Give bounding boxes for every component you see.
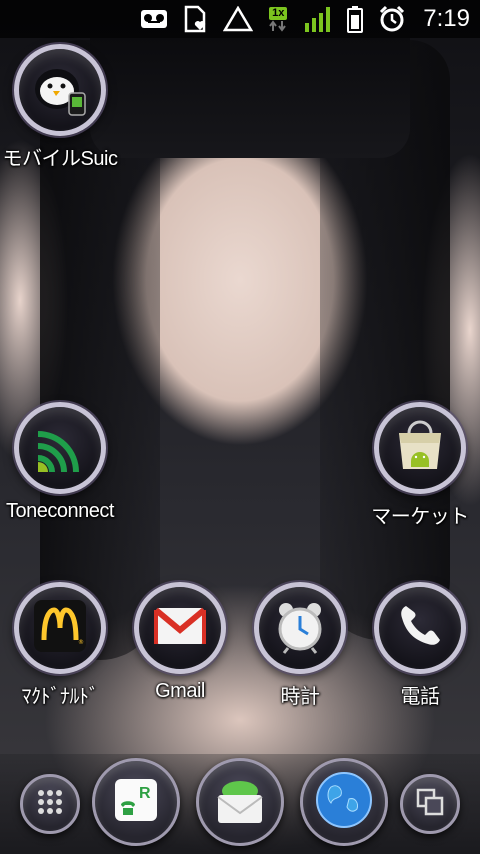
app-drawer-button[interactable] <box>20 774 80 834</box>
app-mobile-suica-bubble[interactable] <box>14 44 106 136</box>
dock-messaging-button[interactable] <box>196 758 284 846</box>
network-badge: 1x <box>269 6 288 20</box>
app-clock-bubble[interactable] <box>254 582 346 674</box>
app-toneconnect-bubble[interactable] <box>14 402 106 494</box>
svg-text:R: R <box>139 785 151 802</box>
mcdonalds-arches-icon: ® <box>32 598 88 659</box>
penguin-icon <box>25 53 95 128</box>
dock-browser-button[interactable] <box>300 758 388 846</box>
recent-apps-button[interactable] <box>400 774 460 834</box>
app-market-label: マーケット <box>371 506 469 528</box>
app-toneconnect[interactable]: Toneconnect <box>0 402 120 542</box>
recent-apps-icon <box>415 787 445 822</box>
rakuten-phone-icon: R <box>109 773 163 832</box>
app-mobile-suica-label: モバイルSuic <box>2 148 118 170</box>
android-market-bag-icon <box>389 415 451 482</box>
app-market-bubble[interactable] <box>374 402 466 494</box>
app-mobile-suica[interactable]: モバイルSuic <box>0 44 120 184</box>
wallpaper-bangs <box>90 38 410 158</box>
app-phone-label: 電話 <box>400 686 441 708</box>
toneconnect-waves-icon <box>24 410 96 487</box>
app-gmail-bubble[interactable] <box>134 582 226 674</box>
messaging-envelope-icon <box>211 771 269 834</box>
app-toneconnect-label: Toneconnect <box>6 500 114 522</box>
browser-globe-icon <box>313 769 375 836</box>
app-market[interactable]: マーケット <box>360 402 480 542</box>
warning-triangle-icon <box>223 5 254 33</box>
svg-text:®: ® <box>78 639 84 646</box>
battery-icon <box>345 5 365 33</box>
signal-bars-icon <box>303 5 333 33</box>
app-clock[interactable]: 時計 <box>240 582 360 722</box>
status-bar: 1x 7:19 <box>0 0 480 38</box>
phone-handset-icon <box>392 598 448 659</box>
app-mcdonalds-label: ﾏｸﾄﾞﾅﾙﾄﾞ <box>21 686 100 708</box>
app-drawer-icon <box>35 787 65 822</box>
app-clock-label: 時計 <box>280 686 321 708</box>
app-gmail[interactable]: Gmail <box>120 582 240 722</box>
data-transfer-icon: 1x <box>265 5 291 33</box>
app-mcdonalds[interactable]: ® ﾏｸﾄﾞﾅﾙﾄﾞ <box>0 582 120 722</box>
heart-sim-icon <box>181 5 211 33</box>
gmail-envelope-icon <box>150 596 210 661</box>
app-phone[interactable]: 電話 <box>360 582 480 722</box>
voicemail-icon <box>139 5 169 33</box>
app-gmail-label: Gmail <box>155 680 205 702</box>
app-phone-bubble[interactable] <box>374 582 466 674</box>
dock-rakuten-phone-button[interactable]: R <box>92 758 180 846</box>
status-time: 7:19 <box>423 5 470 32</box>
alarm-clock-icon <box>377 5 407 33</box>
app-mcdonalds-bubble[interactable]: ® <box>14 582 106 674</box>
alarm-clock-app-icon <box>270 596 330 661</box>
